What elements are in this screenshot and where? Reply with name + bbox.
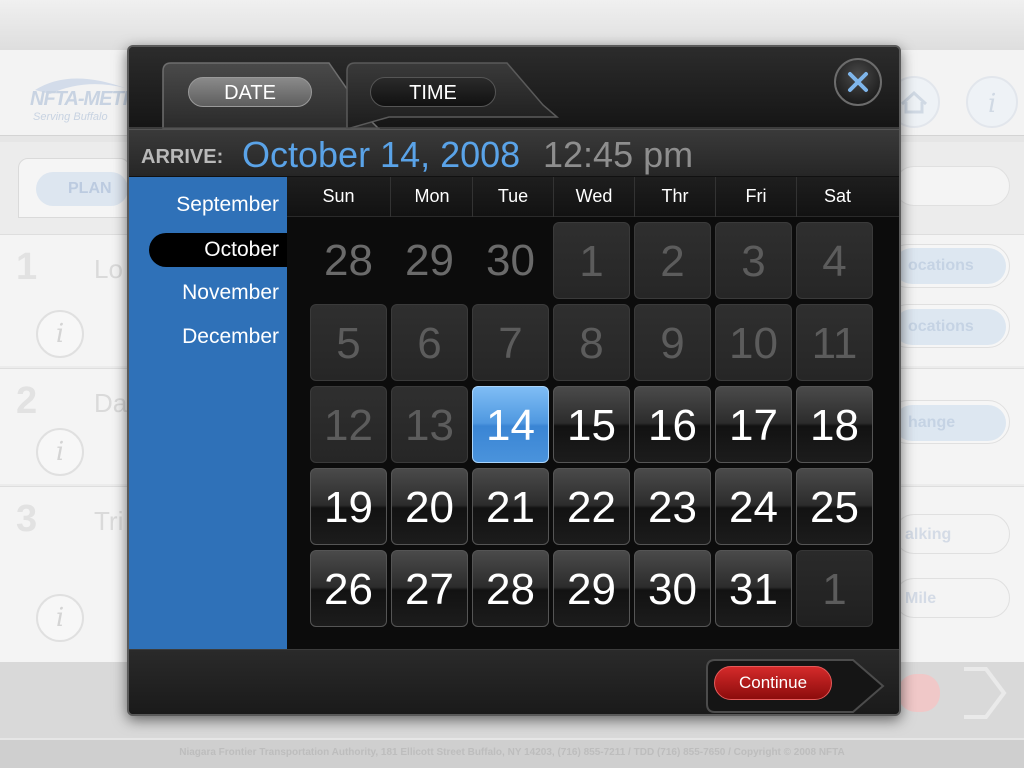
locations-button-1[interactable]: ocations [894, 248, 1006, 284]
background-top-bar [0, 0, 1024, 50]
close-button[interactable] [834, 58, 882, 106]
weekday-tue: Tue [473, 177, 554, 217]
weekday-sat: Sat [823, 186, 852, 206]
step-label-1: Lo [94, 254, 123, 284]
day-cell: 1 [553, 222, 630, 299]
day-cell[interactable]: 19 [310, 468, 387, 545]
day-cell: 11 [796, 304, 873, 381]
background-arrow-icon [964, 667, 1007, 719]
step-label-3: Tri [94, 506, 124, 536]
day-cell: 5 [310, 304, 387, 381]
step-number-2: 2 [16, 380, 38, 422]
day-cell: 1 [796, 550, 873, 627]
selection-summary: ARRIVE: October 14, 2008 12:45 pm [129, 129, 899, 177]
weekday-fri: Fri [716, 177, 797, 217]
date-time-picker-modal: DATE TIME ARRIVE: October 14, 2008 12:45… [127, 45, 901, 716]
arrive-label: ARRIVE: [141, 146, 224, 168]
day-cell[interactable]: 18 [796, 386, 873, 463]
day-cell[interactable]: 25 [796, 468, 873, 545]
logo-subtitle: Serving Buffalo [33, 111, 108, 123]
step-info-button-1[interactable]: i [36, 310, 84, 358]
weekday-wed: Wed [554, 177, 635, 217]
step-info-button-2[interactable]: i [36, 428, 84, 476]
background-continue-button [898, 674, 940, 712]
step-label-2: Da [94, 388, 128, 418]
day-cell: 10 [715, 304, 792, 381]
step-info-button-3[interactable]: i [36, 594, 84, 642]
day-cell: 13 [391, 386, 468, 463]
day-cell[interactable]: 29 [553, 550, 630, 627]
day-cell: 3 [715, 222, 792, 299]
day-cell: 4 [796, 222, 873, 299]
step-number-1: 1 [16, 246, 38, 288]
background-search-field[interactable] [894, 166, 1010, 206]
day-cell[interactable]: 31 [715, 550, 792, 627]
day-cell: 30 [486, 236, 535, 285]
day-cell[interactable]: 23 [634, 468, 711, 545]
weekday-header: Sun Mon Tue Wed Thr Fri Sat [287, 177, 899, 217]
day-cell: 9 [634, 304, 711, 381]
svg-text:i: i [988, 89, 996, 119]
weekday-thr: Thr [635, 177, 716, 217]
selected-date-display: October 14, 2008 [242, 134, 521, 175]
weekday-sun: Sun [287, 177, 391, 217]
month-december[interactable]: December [182, 320, 279, 354]
step-number-3: 3 [16, 498, 38, 540]
calendar-grid: Sun Mon Tue Wed Thr Fri Sat 28 29 30 1 2 3 4 5 6… [287, 177, 899, 649]
day-cell[interactable]: 30 [634, 550, 711, 627]
change-button[interactable]: hange [894, 405, 1006, 441]
day-cell: 7 [472, 304, 549, 381]
day-cell: 6 [391, 304, 468, 381]
day-cell[interactable]: 15 [553, 386, 630, 463]
tab-time[interactable]: TIME [370, 77, 496, 107]
day-cell: 28 [324, 236, 373, 285]
day-cell[interactable]: 22 [553, 468, 630, 545]
month-november[interactable]: November [182, 276, 279, 310]
close-x-icon [848, 72, 868, 92]
plan-tab[interactable]: PLAN [36, 172, 128, 206]
walking-option[interactable]: alking [894, 514, 1010, 554]
continue-button[interactable]: Continue [714, 666, 832, 700]
day-cell[interactable]: 26 [310, 550, 387, 627]
footer-copyright: Niagara Frontier Transportation Authorit… [0, 740, 1024, 768]
day-cell: 12 [310, 386, 387, 463]
tab-date[interactable]: DATE [188, 77, 312, 107]
day-cell[interactable]: 20 [391, 468, 468, 545]
month-list: September October November December [129, 177, 289, 649]
month-october[interactable]: October [149, 233, 289, 267]
locations-button-2[interactable]: ocations [894, 309, 1006, 345]
day-cell[interactable]: 24 [715, 468, 792, 545]
month-september[interactable]: September [176, 188, 279, 222]
day-cell: 2 [634, 222, 711, 299]
day-cell[interactable]: 21 [472, 468, 549, 545]
day-cell[interactable]: 17 [715, 386, 792, 463]
day-cell: 29 [405, 236, 454, 285]
info-icon: i [988, 89, 996, 119]
info-header-button[interactable]: i [966, 76, 1018, 128]
day-cell-selected[interactable]: 14 [472, 386, 549, 463]
weekday-mon: Mon [392, 177, 473, 217]
day-cell[interactable]: 27 [391, 550, 468, 627]
day-cell[interactable]: 16 [634, 386, 711, 463]
day-cell: 8 [553, 304, 630, 381]
selected-time-display: 12:45 pm [543, 134, 694, 175]
day-cell[interactable]: 28 [472, 550, 549, 627]
mile-option[interactable]: Mile [894, 578, 1010, 618]
